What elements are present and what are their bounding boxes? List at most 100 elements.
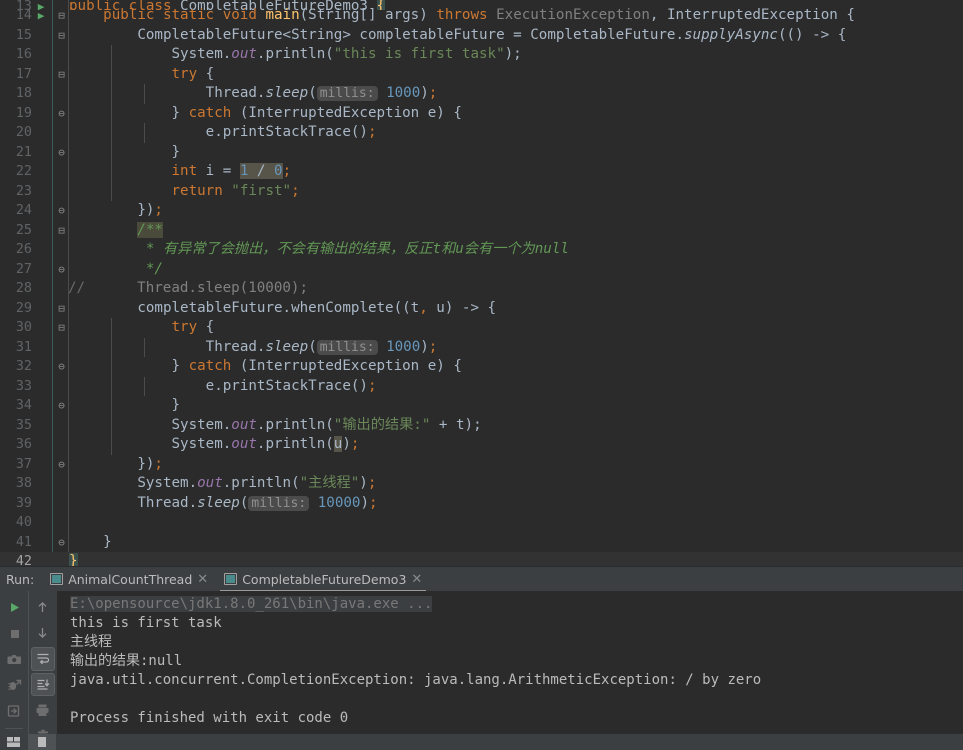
toggle-tool-window-bars-button[interactable] [0,734,28,750]
line-number: 15 [15,27,32,43]
toolbar-divider [5,728,23,729]
editor-line-20[interactable]: 20 e.printStackTrace(); [0,123,963,143]
fold-marker-icon[interactable]: ⊖ [55,357,68,377]
camera-icon [7,654,21,664]
editor-line-30[interactable]: 30 ⊟ try { [0,318,963,338]
editor-line-33[interactable]: 33 e.printStackTrace(); [0,376,963,396]
panel-icon [38,737,46,747]
editor-line-18[interactable]: 18 Thread.sleep(millis: 1000); [0,84,963,104]
line-number: 19 [15,105,32,121]
editor-line-22[interactable]: 22 int i = 1 / 0; [0,162,963,182]
console-line: 输出的结果:null [70,653,183,669]
line-number: 42 [15,554,32,566]
run-tool-window[interactable]: Run: AnimalCountThread ✕ CompletableFutu… [0,566,963,750]
inlay-hint-millis: millis: [316,339,378,355]
run-tab-completablefuturedemo3[interactable]: CompletableFutureDemo3 ✕ [216,567,430,592]
line-number: 41 [15,534,32,550]
layout-icon [7,737,20,747]
attach-console-button[interactable] [2,699,26,723]
editor-line-35[interactable]: 35 System.out.println("输出的结果:" + t); [0,415,963,435]
commented-line-marker: // [68,280,86,296]
run-toolbar-right[interactable] [28,591,56,750]
editor-line-23[interactable]: 23 return "first"; [0,181,963,201]
run-tab-animalcountthread[interactable]: AnimalCountThread ✕ [42,567,216,592]
down-stacktrace-button[interactable] [31,621,55,645]
fold-marker-icon[interactable]: ⊖ [55,260,68,280]
fold-marker-icon[interactable]: ⊖ [55,143,68,163]
line-number: 31 [15,339,32,355]
editor-line-15[interactable]: 15 ⊟ CompletableFuture<String> completab… [0,26,963,46]
editor-line-28[interactable]: 28 // Thread.sleep(10000); [0,279,963,299]
restart-debug-button[interactable] [2,673,26,697]
code-editor[interactable]: 13 ▶ public class CompletableFutureDemo3… [0,0,963,566]
soft-wrap-button[interactable] [30,646,55,671]
close-icon[interactable]: ✕ [197,572,208,587]
run-tab-label: CompletableFutureDemo3 [242,571,407,587]
line-number: 22 [15,164,32,179]
thread-dump-button[interactable] [2,647,26,671]
editor-line-21[interactable]: 21 ⊖ } [0,142,963,163]
editor-line-25[interactable]: 25 ⊟ /** [0,221,963,241]
line-number: 33 [15,378,32,394]
editor-line-39[interactable]: 39 Thread.sleep(millis: 10000); [0,494,963,514]
editor-line-37[interactable]: 37 ⊖ }); [0,455,963,475]
fold-marker-icon[interactable]: ⊖ [55,396,68,416]
editor-line-17[interactable]: 17 ⊟ try { [0,64,963,85]
line-number: 25 [15,222,32,238]
line-number: 30 [15,320,32,335]
fold-marker-icon[interactable]: ⊟ [55,65,68,85]
bug-arrow-icon [8,679,21,690]
line-number: 14 [15,8,32,23]
fold-marker-icon[interactable]: ⊟ [55,299,68,319]
editor-line-38[interactable]: 38 System.out.println("主线程"); [0,474,963,494]
status-bar[interactable] [0,734,963,750]
line-number: 24 [15,203,32,218]
scroll-to-end-button[interactable] [30,672,55,697]
editor-line-19[interactable]: 19 ⊖ } catch (InterruptedException e) { [0,103,963,124]
fold-marker-icon[interactable]: ⊟ [55,26,68,46]
editor-line-16[interactable]: 16 System.out.println("this is first tas… [0,45,963,65]
editor-line-40[interactable]: 40 [0,513,963,533]
fold-marker-icon[interactable]: ⊖ [55,104,68,124]
editor-line-42[interactable]: 42 } [0,552,963,566]
fold-marker-icon[interactable]: ⊟ [55,318,68,338]
inlay-hint-millis: millis: [248,495,310,511]
up-stacktrace-button[interactable] [31,595,55,619]
export-arrow-icon [7,705,20,717]
stop-button[interactable] [2,621,26,645]
line-number: 27 [15,261,32,277]
console-line-exit-status: Process finished with exit code 0 [70,710,349,726]
editor-line-36[interactable]: 36 System.out.println(u); [0,435,963,455]
console-output[interactable]: E:\opensource\jdk1.8.0_261\bin\java.exe … [57,591,963,750]
fold-marker-icon[interactable]: ⊖ [55,533,68,553]
run-gutter-icon[interactable]: ▶ [34,6,48,26]
fold-marker-icon[interactable]: ⊟ [55,221,68,241]
editor-line-29[interactable]: 29 ⊟ completableFuture.whenComplete((t, … [0,299,963,319]
fold-marker-icon[interactable]: ⊟ [55,6,68,26]
editor-line-26[interactable]: 26 * 有异常了会抛出，不会有输出的结果，反正t和u会有一个为null [0,240,963,260]
fold-marker-icon[interactable]: ⊖ [55,201,68,221]
editor-line-34[interactable]: 34 ⊖ } [0,396,963,416]
editor-line-41[interactable]: 41 ⊖ } [0,533,963,553]
line-number: 17 [15,66,32,82]
editor-line-24[interactable]: 24 ⊖ }); [0,201,963,221]
line-number: 23 [15,183,32,199]
run-tool-window-button[interactable] [28,734,56,750]
rerun-button[interactable] [2,595,26,619]
editor-line-31[interactable]: 31 Thread.sleep(millis: 1000); [0,337,963,357]
run-toolbar-left[interactable] [0,591,28,750]
editor-line-14[interactable]: 14 ▶ ⊟ public static void main(String[] … [0,6,963,26]
stop-icon [10,629,19,638]
editor-line-27[interactable]: 27 ⊖ */ [0,260,963,280]
line-number: 26 [15,242,32,257]
line-number: 35 [15,417,32,433]
arrow-down-icon [38,627,47,638]
console-area: E:\opensource\jdk1.8.0_261\bin\java.exe … [0,591,963,750]
line-number: 38 [15,476,32,491]
run-tab-bar[interactable]: Run: AnimalCountThread ✕ CompletableFutu… [0,566,963,592]
editor-line-32[interactable]: 32 ⊖ } catch (InterruptedException e) { [0,357,963,377]
fold-marker-icon[interactable]: ⊖ [55,455,68,475]
close-icon[interactable]: ✕ [411,572,422,587]
print-button[interactable] [31,698,55,722]
